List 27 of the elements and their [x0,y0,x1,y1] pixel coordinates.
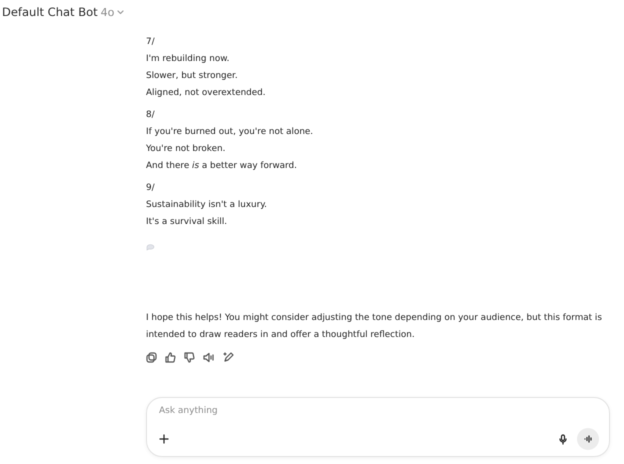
message-line: I'm rebuilding now. [146,53,230,66]
message-line: It's a survival skill. [146,216,228,229]
chevron-down-icon[interactable] [117,10,124,14]
closing-paragraph: I hope this helps! You might consider adjusting the tone depending on your audience, but this format is intended to draw readers in and offer a thoughtful reflection. [146,312,603,342]
message-line: And there is a better way forward. [146,160,298,173]
message-line: Slower, but stronger. [146,70,239,83]
section-number: 9/ [146,182,156,195]
thumbs-down-icon[interactable] [184,352,195,363]
speaker-icon[interactable] [203,352,215,363]
microphone-icon[interactable] [559,434,567,444]
section-number: 7/ [146,36,156,49]
speech-bubble-icon [146,244,155,251]
message-line: If you're burned out, you're not alone. [146,126,314,139]
voice-mode-button[interactable] [577,428,599,450]
copy-icon[interactable] [146,352,157,363]
chat-title: Default Chat Bot [2,5,98,19]
message-line: You're not broken. [146,143,226,156]
section-number: 8/ [146,109,156,122]
message-line: Aligned, not overextended. [146,87,267,100]
thumbs-up-icon[interactable] [165,352,176,363]
message-composer[interactable]: Ask anything [146,397,610,457]
model-label[interactable]: 4o [100,6,114,18]
pencil-sparkle-icon[interactable] [223,352,234,363]
plus-icon[interactable] [159,434,169,444]
message-line: Sustainability isn't a luxury. [146,199,268,212]
message-input[interactable]: Ask anything [159,406,599,416]
waveform-icon [584,435,592,443]
